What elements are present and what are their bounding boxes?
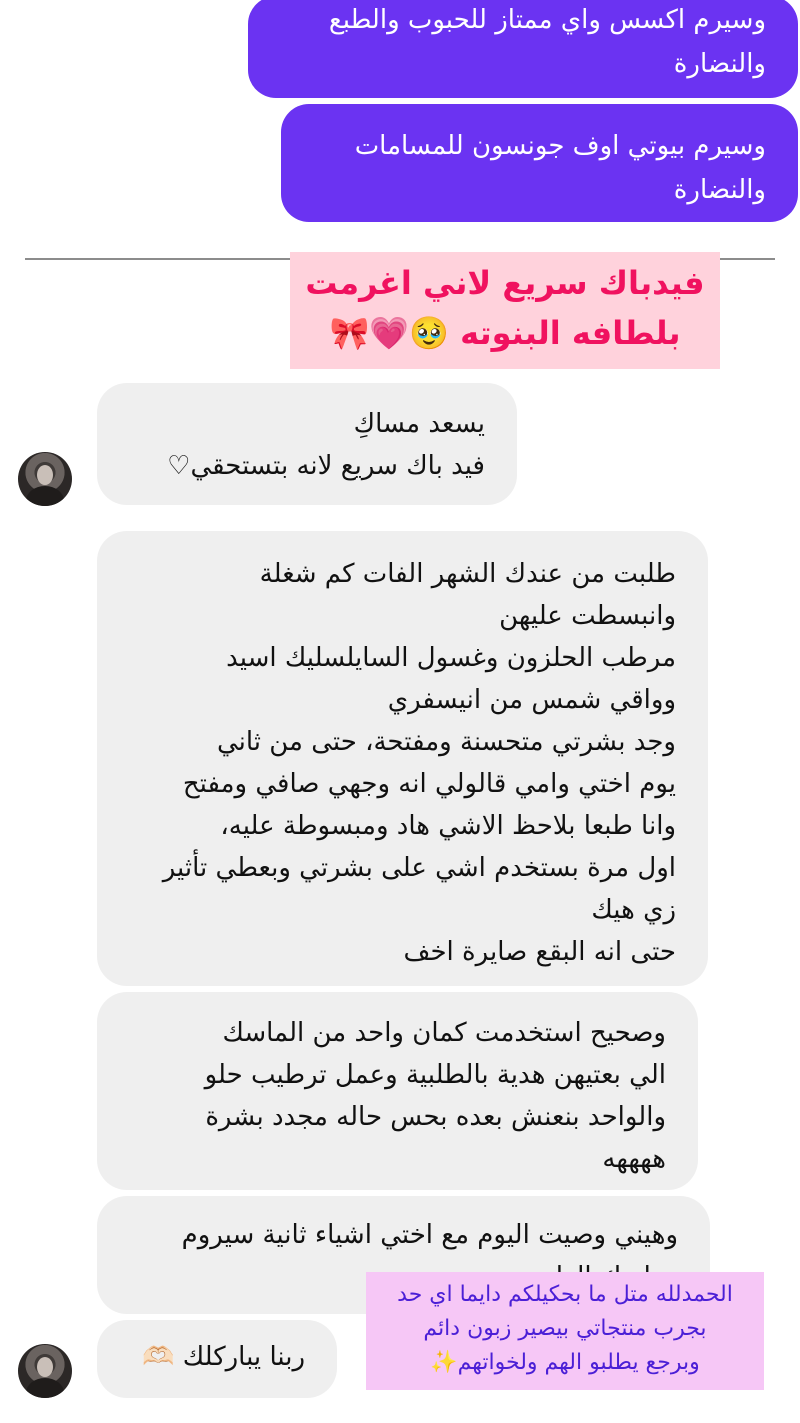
sent-message-bubble: وسيرم بيوتي اوف جونسون للمسامات والنضارة — [281, 104, 798, 222]
message-line: وهيني وصيت اليوم مع اختي اشياء ثانية سير… — [181, 1220, 678, 1250]
note-line: بجرب منتجاتي بيصير زبون دائم — [423, 1316, 707, 1341]
message-line: حتى انه البقع صايرة اخف — [403, 937, 676, 967]
message-line: مرطب الحلزون وغسول السايلسليك اسيد — [226, 643, 676, 673]
message-line: وواقي شمس من انيسفري — [387, 685, 676, 715]
message-line: ربنا يباركلك 🫶🏻 — [142, 1342, 305, 1372]
avatar-body — [26, 1378, 64, 1398]
message-line: والنضارة — [673, 49, 766, 79]
note-line: الحمدلله متل ما بحكيلكم دايما اي حد — [397, 1282, 733, 1307]
message-line: فيد باك سريع لانه بتستحقي♡ — [167, 451, 485, 481]
message-line: اول مرة بستخدم اشي على بشرتي وبعطي تأثير — [162, 853, 676, 883]
message-line: الي بعتيهن هدية بالطلبية وعمل ترطيب حلو — [204, 1060, 666, 1090]
message-line: والنضارة — [673, 175, 766, 205]
sender-avatar[interactable] — [18, 1344, 72, 1398]
message-line: وانا طبعا بلاحظ الاشي هاد ومبسوطة عليه، — [220, 811, 676, 841]
received-message-bubble: طلبت من عندك الشهر الفات كم شغلة وانبسطت… — [97, 531, 708, 986]
message-line: يسعد مساكِ — [353, 409, 485, 439]
received-message-bubble: وصحيح استخدمت كمان واحد من الماسك الي بع… — [97, 992, 698, 1190]
headline-line: بلطافه البنوته 🥹💗🎀 — [329, 314, 681, 352]
message-line: وصحيح استخدمت كمان واحد من الماسك — [222, 1018, 666, 1048]
message-line: طلبت من عندك الشهر الفات كم شغلة — [259, 559, 676, 589]
overlay-note: الحمدلله متل ما بحكيلكم دايما اي حد بجرب… — [366, 1272, 764, 1390]
sent-message-bubble: وسيرم اكسس واي ممتاز للحبوب والطبع والنض… — [248, 0, 798, 98]
avatar-face — [37, 1357, 53, 1377]
avatar-face — [37, 465, 53, 485]
avatar-body — [26, 486, 64, 506]
message-line: وسيرم اكسس واي ممتاز للحبوب والطبع — [328, 5, 766, 35]
feedback-headline: فيدباك سريع لاني اغرمت بلطافه البنوته 🥹💗… — [290, 252, 720, 369]
sender-avatar[interactable] — [18, 452, 72, 506]
message-line: وجد بشرتي متحسنة ومفتحة، حتى من ثاني — [216, 727, 676, 757]
received-message-bubble: يسعد مساكِ فيد باك سريع لانه بتستحقي♡ — [97, 383, 517, 505]
message-line: وانبسطت عليهن — [499, 601, 676, 631]
message-line: زي هيك — [591, 895, 676, 925]
message-line: وسيرم بيوتي اوف جونسون للمسامات — [354, 131, 766, 161]
message-line: يوم اختي وامي قالولي انه وجهي صافي ومفتح — [182, 769, 676, 799]
received-message-bubble: ربنا يباركلك 🫶🏻 — [97, 1320, 337, 1398]
message-line: والواحد بنعنش بعده بحس حاله مجدد بشرة — [205, 1102, 666, 1132]
message-line: ههههه — [602, 1144, 666, 1174]
headline-line: فيدباك سريع لاني اغرمت — [305, 264, 705, 302]
note-line: وبرجع يطلبو الهم ولخواتهم✨ — [430, 1350, 700, 1375]
